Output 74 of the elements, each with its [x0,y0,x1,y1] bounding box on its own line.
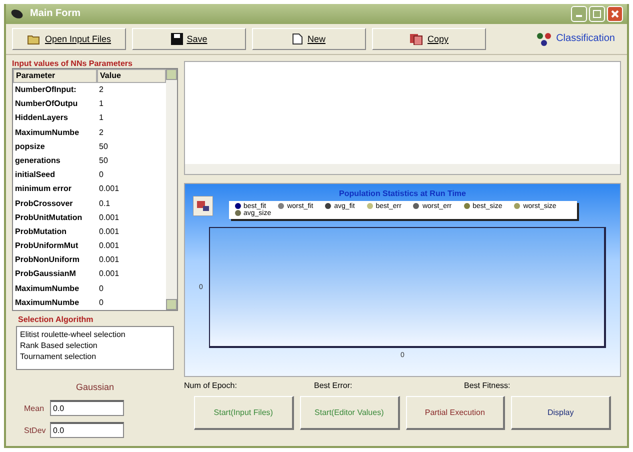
table-cell-text: 0.001 [98,254,120,266]
table-cell-text: 0.001 [98,268,120,280]
table-cell-text: NumberOfOutpu [14,98,79,110]
table-cell-text: 0 [98,282,104,295]
column-header: Parameter [13,68,97,83]
output-text-area[interactable] [184,60,621,175]
table-cell-text: 2 [98,84,104,96]
scrollbar[interactable] [185,164,620,174]
maximize-button[interactable] [589,6,605,22]
toolbar-button[interactable]: Save [132,28,246,50]
table-cell-text: ProbNonUniform [14,254,80,266]
action-button[interactable]: Start(Input Files) [194,396,294,430]
app-icon [10,8,24,20]
classification-link[interactable]: Classification [530,32,621,46]
section-heading: Selection Algorithm [18,315,94,324]
scrollbar[interactable] [166,68,177,310]
chart-title: Population Statistics at Run Time [339,188,466,198]
toolbar-button[interactable]: New [252,28,366,50]
table-cell-text: 0.001 [98,212,120,224]
network-icon [536,32,552,46]
close-icon [611,10,619,18]
table-cell-text: ProbUnitMutation [14,212,84,224]
table-cell-text: minimum error [14,183,72,196]
minimize-icon [576,15,582,18]
window-title: Main Form [30,8,81,20]
section-heading: Input values of NNs Parameters [12,58,134,68]
table-cell-text: 50 [98,140,109,153]
table-cell-text: ProbUniformMut [14,240,80,252]
stat-label: Best Fitness: [464,380,510,390]
stat-label: Best Error: [314,380,354,390]
action-button[interactable]: Start(Editor Values) [300,396,400,430]
field-label: Mean [24,404,44,412]
minimize-button[interactable] [571,6,587,22]
close-button[interactable] [607,6,623,22]
table-cell-text: ProbGaussianM [14,268,77,280]
table-cell-text: initialSeed [14,169,56,182]
table-cell-text: MaximumNumbe [14,296,80,309]
save-icon [170,32,183,45]
input-field[interactable]: 0.0 [50,400,124,416]
table-cell-text: ProbMutation [14,226,68,238]
table-cell-text: MaximumNumbe [14,126,80,139]
table-cell-text: 0 [98,296,104,309]
column-header: Value [97,68,166,83]
table-cell-text: 0.1 [98,198,112,210]
chart-settings-icon[interactable] [193,196,213,216]
table-cell-text: 0.001 [98,226,120,238]
copy-icon [409,32,424,45]
folder-icon [26,32,41,45]
action-button[interactable]: Display [511,396,611,430]
action-button[interactable]: Partial Execution [406,396,506,430]
field-label: StDev [24,426,44,434]
maximize-icon [593,10,601,18]
table-cell-text: NumberOfInput: [14,84,78,96]
table-cell-text: HiddenLayers [14,112,69,124]
list-item[interactable]: Elitist roulette-wheel selection [20,329,170,340]
table-cell-text: 2 [98,126,104,139]
table-cell-text: popsize [14,140,46,153]
list-item[interactable]: Rank Based selection [20,340,170,351]
table-cell-text: MaximumNumbe [14,282,80,295]
table-cell-text: 1 [98,98,104,110]
table-cell-text: generations [14,154,62,167]
table-cell-text: 0.001 [98,183,120,196]
table-cell-text: 0 [98,169,104,182]
list-item[interactable]: Tournament selection [20,351,170,362]
group-label: Gaussian [74,382,116,392]
toolbar-button[interactable]: Open Input Files [12,28,126,50]
table-cell-text: 0.001 [98,240,120,252]
toolbar-button[interactable]: Copy [372,28,486,50]
stat-label: Num of Epoch: [184,380,238,390]
table-cell-text: ProbCrossover [14,198,74,210]
input-field[interactable]: 0.0 [50,422,124,438]
page-icon [292,32,304,45]
table-cell-text: 1 [98,112,104,124]
table-cell-text: 50 [98,154,109,167]
